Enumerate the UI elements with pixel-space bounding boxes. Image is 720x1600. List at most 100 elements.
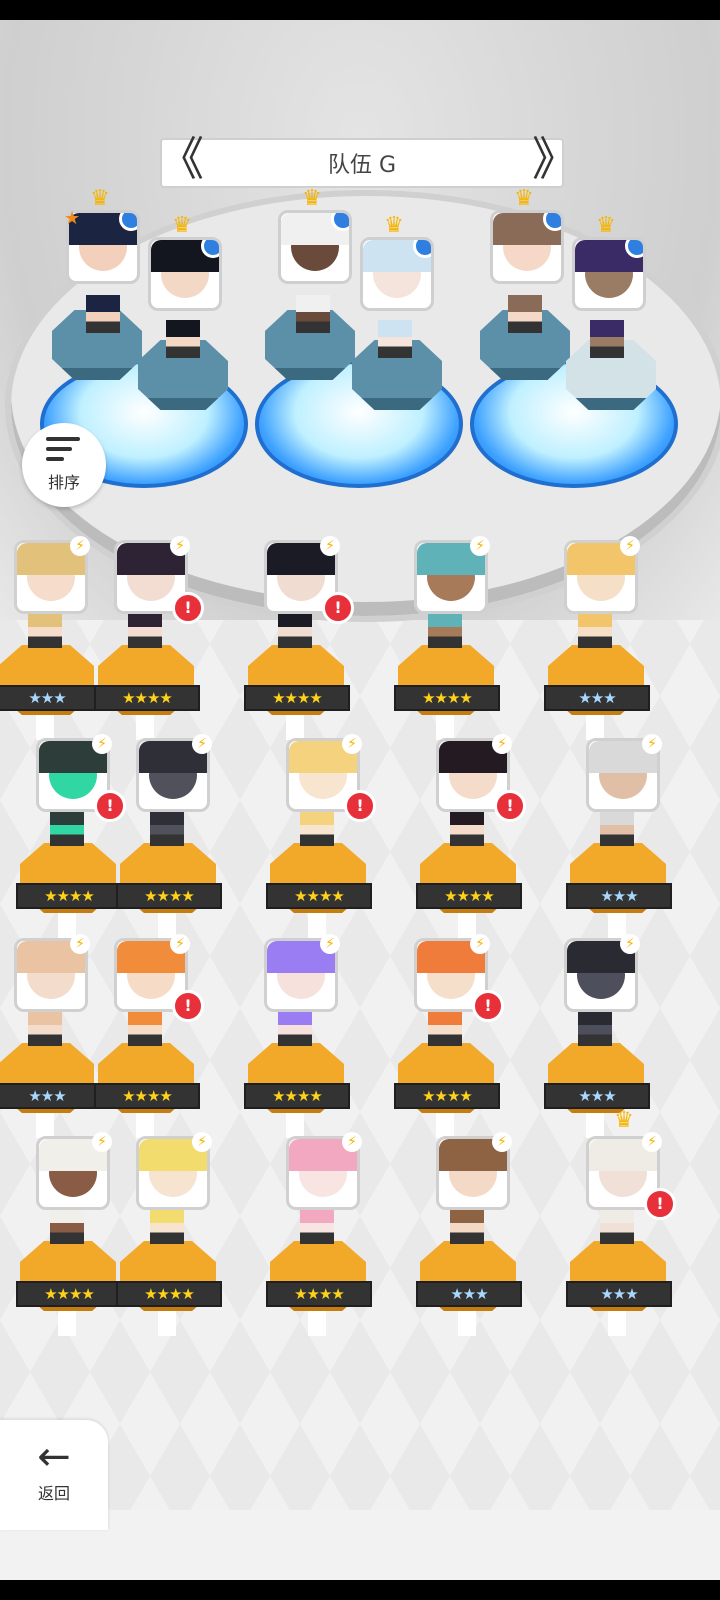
lightning-icon: ⚡ xyxy=(642,1132,662,1152)
hero-sprite xyxy=(128,1008,162,1046)
team-slot-portrait[interactable] xyxy=(572,237,646,311)
alert-icon: ! xyxy=(322,592,354,624)
lightning-icon: ⚡ xyxy=(170,934,190,954)
hero-sprite xyxy=(150,1206,184,1244)
alert-icon: ! xyxy=(172,990,204,1022)
hero-sprite xyxy=(28,1008,62,1046)
hero-sprite xyxy=(450,1206,484,1244)
hero-card[interactable]: ★★★★ ⚡ xyxy=(378,536,508,740)
hero-sprite xyxy=(50,808,84,846)
back-label: 返回 xyxy=(37,1484,70,1503)
sort-button[interactable]: 排序 xyxy=(22,423,106,507)
hero-card[interactable]: ★★★★ ⚡ xyxy=(100,734,230,938)
hero-card[interactable]: ★★★★ ⚡ xyxy=(100,1132,230,1336)
team-name: 队伍 G xyxy=(327,153,397,178)
back-arrow-icon: ← xyxy=(37,1434,71,1480)
crown-icon: ♛ xyxy=(596,213,616,238)
star-rating: ★★★ xyxy=(566,883,672,909)
star-rating: ★★★★ xyxy=(94,685,200,711)
hero-sprite xyxy=(278,610,312,648)
star-rating: ★★★★ xyxy=(116,883,222,909)
hero-card[interactable]: ★★★ ⚡ xyxy=(550,734,680,938)
hero-sprite xyxy=(578,1008,612,1046)
hero-sprite xyxy=(600,1206,634,1244)
team-name-bar: 队伍 G xyxy=(160,138,564,188)
star-rating: ★★★ xyxy=(544,1083,650,1109)
leader-star-icon: ★ xyxy=(64,208,81,229)
star-rating: ★★★★ xyxy=(244,685,350,711)
lightning-icon: ⚡ xyxy=(492,1132,512,1152)
hero-card[interactable]: ★★★★ ⚡ ! xyxy=(378,934,508,1138)
star-rating: ★★★ xyxy=(544,685,650,711)
team-slot-portrait[interactable] xyxy=(360,237,434,311)
hero-sprite xyxy=(300,808,334,846)
hero-card[interactable]: ★★★ ⚡ ! ♛ xyxy=(550,1110,680,1336)
lightning-icon: ⚡ xyxy=(470,934,490,954)
bottom-strip xyxy=(0,1510,720,1580)
alert-icon: ! xyxy=(172,592,204,624)
star-rating: ★★★★ xyxy=(244,1083,350,1109)
team-hero-sprite xyxy=(590,320,624,358)
star-rating: ★★★ xyxy=(566,1281,672,1307)
back-button[interactable]: ← 返回 xyxy=(0,1420,108,1530)
team-hero-sprite xyxy=(86,295,120,333)
hero-sprite xyxy=(128,610,162,648)
team-slot-portrait[interactable] xyxy=(490,210,564,284)
hero-sprite xyxy=(300,1206,334,1244)
next-team-button[interactable]: 》 xyxy=(532,134,578,184)
star-rating: ★★★★ xyxy=(266,1281,372,1307)
lightning-icon: ⚡ xyxy=(320,536,340,556)
hero-card[interactable]: ★★★★ ⚡ ! xyxy=(228,536,358,740)
equipped-dot-icon xyxy=(543,213,561,231)
alert-icon: ! xyxy=(644,1188,676,1220)
crown-icon: ♛ xyxy=(90,186,110,211)
lightning-icon: ⚡ xyxy=(470,536,490,556)
star-rating: ★★★★ xyxy=(394,685,500,711)
crown-icon: ♛ xyxy=(614,1108,634,1133)
equipped-dot-icon xyxy=(413,240,431,258)
hero-sprite xyxy=(450,808,484,846)
hero-card[interactable]: ★★★ ⚡ xyxy=(528,934,658,1138)
hero-card[interactable]: ★★★ ⚡ xyxy=(400,1132,530,1336)
crown-icon: ♛ xyxy=(514,186,534,211)
star-rating: ★★★★ xyxy=(394,1083,500,1109)
hero-card[interactable]: ★★★★ ⚡ ! xyxy=(250,734,380,938)
equipped-dot-icon xyxy=(201,240,219,258)
lightning-icon: ⚡ xyxy=(492,734,512,754)
star-rating: ★★★★ xyxy=(94,1083,200,1109)
hero-sprite xyxy=(428,1008,462,1046)
lightning-icon: ⚡ xyxy=(342,1132,362,1152)
hero-card[interactable]: ★★★★ ⚡ xyxy=(228,934,358,1138)
lightning-icon: ⚡ xyxy=(320,934,340,954)
alert-icon: ! xyxy=(344,790,376,822)
prev-team-button[interactable]: 《 xyxy=(158,134,204,184)
hero-sprite xyxy=(428,610,462,648)
team-hero-sprite xyxy=(378,320,412,358)
sort-icon xyxy=(46,437,82,465)
game-stage: 队伍 G 《 》 ♛ ★ ♛ ♛ ♛ ♛ ♛ 排序 ★★★ ⚡ ★★★★ ⚡ !… xyxy=(0,20,720,1580)
equipped-dot-icon xyxy=(625,240,643,258)
team-hero-sprite xyxy=(166,320,200,358)
hero-card[interactable]: ★★★★ ⚡ ! xyxy=(78,536,208,740)
star-rating: ★★★★ xyxy=(266,883,372,909)
hero-sprite xyxy=(150,808,184,846)
equipped-dot-icon xyxy=(119,213,137,231)
hero-card[interactable]: ★★★★ ⚡ xyxy=(250,1132,380,1336)
team-slot-portrait[interactable] xyxy=(278,210,352,284)
crown-icon: ♛ xyxy=(302,186,322,211)
alert-icon: ! xyxy=(494,790,526,822)
team-hero-sprite xyxy=(296,295,330,333)
team-slot-portrait[interactable] xyxy=(148,237,222,311)
hero-card[interactable]: ★★★ ⚡ xyxy=(528,536,658,740)
alert-icon: ! xyxy=(472,990,504,1022)
lightning-icon: ⚡ xyxy=(342,734,362,754)
team-hero-sprite xyxy=(508,295,542,333)
lightning-icon: ⚡ xyxy=(192,1132,212,1152)
hero-card[interactable]: ★★★★ ⚡ ! xyxy=(400,734,530,938)
equipped-dot-icon xyxy=(331,213,349,231)
hero-sprite xyxy=(578,610,612,648)
lightning-icon: ⚡ xyxy=(620,934,640,954)
hero-card[interactable]: ★★★★ ⚡ ! xyxy=(78,934,208,1138)
star-rating: ★★★★ xyxy=(116,1281,222,1307)
lightning-icon: ⚡ xyxy=(170,536,190,556)
